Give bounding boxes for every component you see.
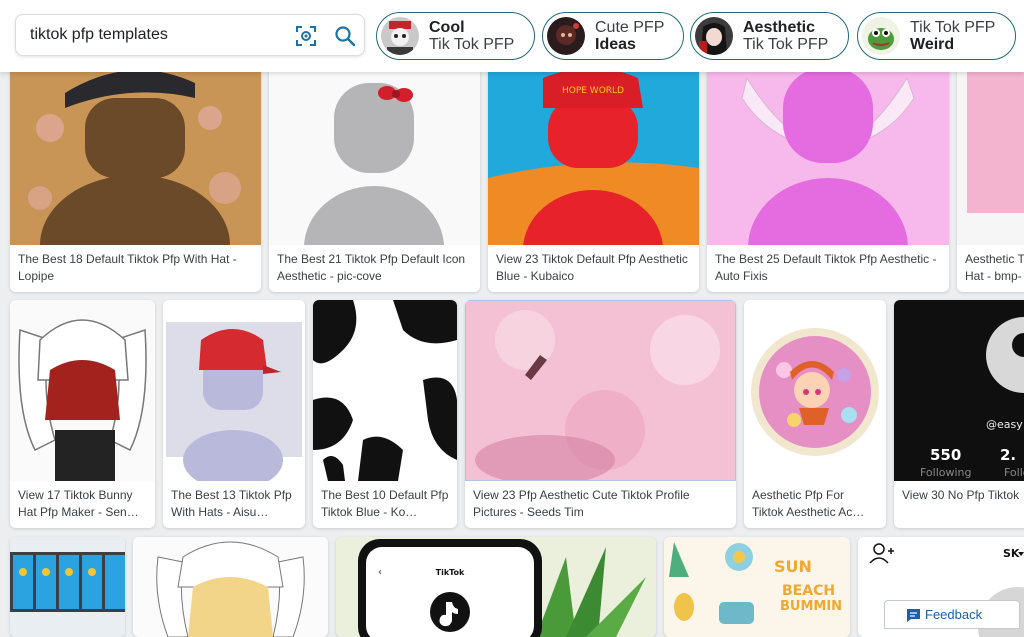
search-header: tiktok pfp templates Cool Tik Tok PFP Cu… xyxy=(0,0,1024,72)
image-result[interactable]: @easy 550 Following 2. Follo View 30 No … xyxy=(894,300,1024,528)
search-icon[interactable] xyxy=(333,24,357,48)
image-result[interactable]: The Best 18 Default Tiktok Pfp With Hat … xyxy=(10,58,261,292)
image-result[interactable]: Aesthetic T Hat - bmp- xyxy=(957,58,1024,292)
chip-label-sub: Tik Tok PFP xyxy=(743,36,829,53)
image-result[interactable]: Aesthetic Pfp For Tiktok Aesthetic Ac… xyxy=(744,300,886,528)
feedback-icon xyxy=(907,609,920,622)
result-title-line: The Best 10 Default Pfp xyxy=(321,488,449,502)
result-source-line: Hat Pfp Maker - Sen… xyxy=(18,505,139,519)
related-chip-tiktok-pfp-weird[interactable]: Tik Tok PFP Weird xyxy=(857,12,1016,60)
svg-text:‹: ‹ xyxy=(378,567,382,578)
result-title-line: View 23 Tiktok Default Pfp Aesthetic xyxy=(496,252,688,266)
hat-text: HOPE WORLD xyxy=(562,86,624,96)
chip-label-main: Cute PFP xyxy=(595,19,665,36)
image-result[interactable]: The Best 25 Default Tiktok Pfp Aesthetic… xyxy=(707,58,949,292)
profile-tag: SK xyxy=(1003,547,1020,560)
image-result[interactable]: The Best 13 Tiktok Pfp With Hats - Aisu… xyxy=(163,300,305,528)
image-result[interactable]: The Best 21 Tiktok Pfp Default Icon Aest… xyxy=(269,58,480,292)
result-source-line: Tiktok Aesthetic Ac… xyxy=(752,505,865,519)
related-chip-cool-tiktok-pfp[interactable]: Cool Tik Tok PFP xyxy=(376,12,535,60)
result-thumbnail xyxy=(465,300,736,481)
image-result[interactable]: SUN BEACH BUMMIN xyxy=(664,537,850,637)
sticker-beach: BEACH xyxy=(782,583,835,599)
result-title-line: The Best 21 Tiktok Pfp Default Icon xyxy=(277,252,466,266)
result-source-line: With Hats - Aisu… xyxy=(171,505,269,519)
result-title-line: The Best 13 Tiktok Pfp xyxy=(171,488,292,502)
chip-thumbnail xyxy=(862,17,900,55)
result-thumbnail xyxy=(269,58,480,245)
result-thumbnail: @easy 550 Following 2. Follo xyxy=(894,300,1024,481)
image-result[interactable]: HOPE WORLD View 23 Tiktok Default Pfp Ae… xyxy=(488,58,699,292)
sticker-sun: SUN xyxy=(774,557,812,576)
chip-label-main: Aesthetic xyxy=(743,19,816,36)
image-result[interactable] xyxy=(133,537,328,637)
result-title-line: Aesthetic T xyxy=(965,252,1024,266)
chip-label-sub: Ideas xyxy=(595,36,636,53)
feedback-button[interactable]: Feedback xyxy=(884,600,1020,629)
sticker-bummin: BUMMIN xyxy=(780,599,842,614)
following-label: Following xyxy=(920,466,972,479)
chip-label-sub: Tik Tok PFP xyxy=(429,36,515,53)
result-thumbnail xyxy=(10,58,261,245)
profile-handle: @easy xyxy=(986,418,1023,431)
result-thumbnail xyxy=(313,300,457,481)
second-count: 2. xyxy=(1000,446,1016,464)
result-source-line: Hat - bmp- xyxy=(965,269,1022,283)
chip-thumbnail xyxy=(547,17,585,55)
result-title-line: View 23 Pfp Aesthetic Cute Tiktok Profil… xyxy=(473,488,690,502)
feedback-label: Feedback xyxy=(925,607,983,622)
chip-thumbnail xyxy=(695,17,733,55)
image-result[interactable]: TikTok ‹ xyxy=(336,537,656,637)
result-title-line: View 30 No Pfp Tiktok xyxy=(902,488,1020,502)
result-title-line: Aesthetic Pfp For xyxy=(752,488,845,502)
result-thumbnail xyxy=(163,300,305,481)
result-thumbnail xyxy=(133,537,328,637)
related-chip-cute-pfp-ideas[interactable]: Cute PFP Ideas xyxy=(542,12,684,60)
image-result[interactable] xyxy=(10,537,125,637)
chip-label-main: Cool xyxy=(429,19,465,36)
result-source-line: Tiktok Blue - Ko… xyxy=(321,505,418,519)
result-title-line: View 17 Tiktok Bunny xyxy=(18,488,133,502)
result-source-line: Lopipe xyxy=(18,269,55,283)
result-thumbnail xyxy=(10,300,155,481)
chip-thumbnail xyxy=(381,17,419,55)
result-source-line: Auto Fixis xyxy=(715,269,768,283)
result-title-line: The Best 18 Default Tiktok Pfp With Hat … xyxy=(18,252,237,266)
search-box[interactable]: tiktok pfp templates xyxy=(15,14,365,56)
result-thumbnail xyxy=(10,537,125,637)
second-label: Follo xyxy=(1004,466,1024,479)
result-source-line: Aesthetic - pic-cove xyxy=(277,269,382,283)
image-result[interactable]: View 23 Pfp Aesthetic Cute Tiktok Profil… xyxy=(465,300,736,528)
image-result[interactable]: The Best 10 Default Pfp Tiktok Blue - Ko… xyxy=(313,300,457,528)
search-input[interactable]: tiktok pfp templates xyxy=(30,15,168,55)
related-chip-aesthetic-tiktok-pfp[interactable]: Aesthetic Tik Tok PFP xyxy=(690,12,849,60)
result-thumbnail xyxy=(957,58,1024,245)
visual-search-icon[interactable] xyxy=(295,25,317,47)
result-thumbnail xyxy=(744,300,886,481)
chip-label-sub: Weird xyxy=(910,36,955,53)
result-thumbnail: SUN BEACH BUMMIN xyxy=(664,537,850,637)
result-thumbnail: HOPE WORLD xyxy=(488,58,699,245)
result-source-line: Blue - Kubaico xyxy=(496,269,575,283)
result-thumbnail xyxy=(707,58,949,245)
image-result[interactable]: View 17 Tiktok Bunny Hat Pfp Maker - Sen… xyxy=(10,300,155,528)
phone-app-title: TikTok xyxy=(436,568,465,577)
following-count: 550 xyxy=(930,446,961,464)
result-title-line: The Best 25 Default Tiktok Pfp Aesthetic… xyxy=(715,252,937,266)
result-source-line: Pictures - Seeds Tim xyxy=(473,505,584,519)
chip-label-main: Tik Tok PFP xyxy=(910,19,996,36)
result-thumbnail: TikTok ‹ xyxy=(336,537,656,637)
